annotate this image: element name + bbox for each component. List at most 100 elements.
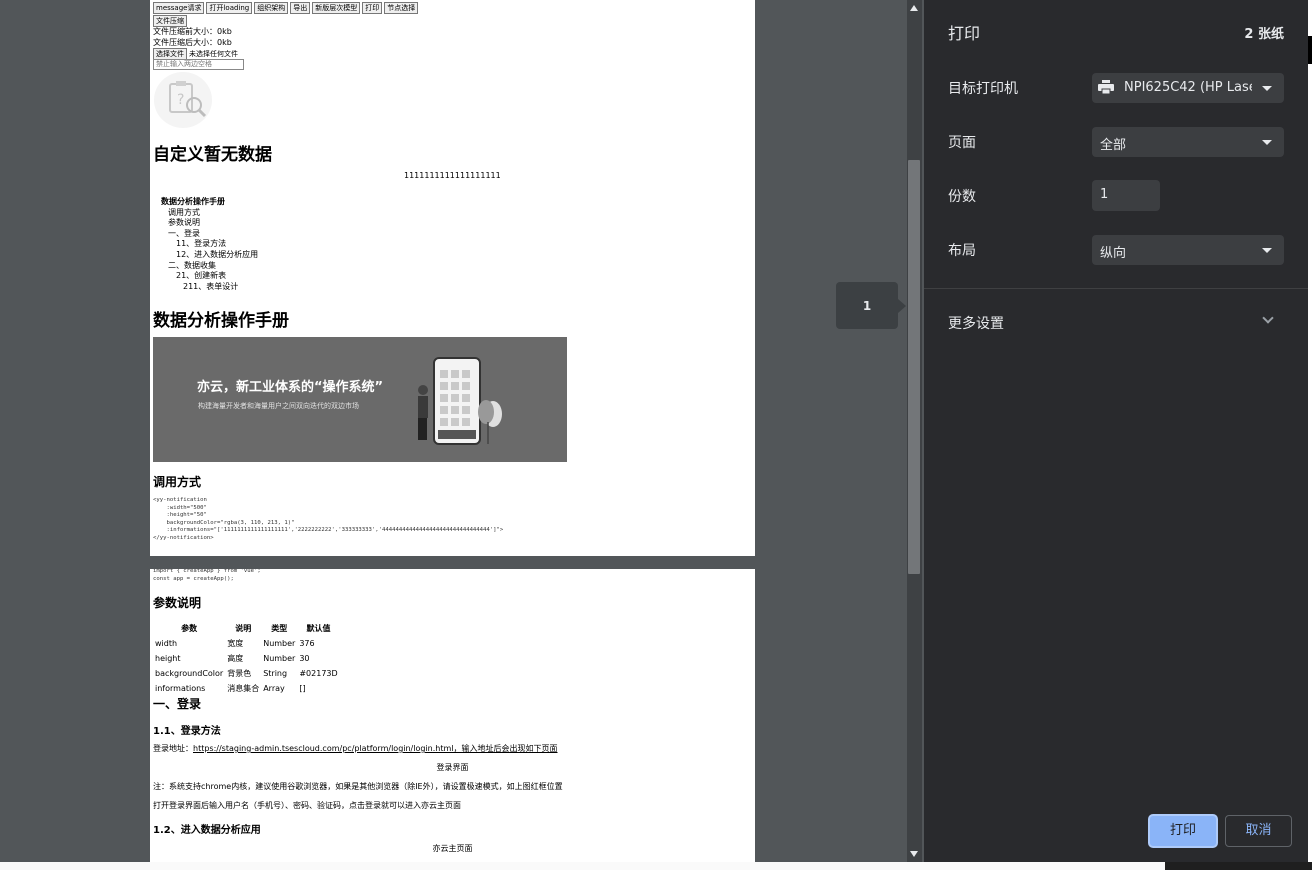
print-button[interactable]: 打印 bbox=[1148, 814, 1218, 848]
table-cell: 消息集合 bbox=[227, 684, 260, 693]
login-address-link: https://staging-admin.tsescloud.com/pc/p… bbox=[193, 744, 558, 753]
toc-item: 参数说明 bbox=[168, 218, 200, 228]
demo-toolbar-button: 打印 bbox=[362, 2, 383, 14]
toc-item: 12、进入数据分析应用 bbox=[176, 249, 259, 259]
phone-illustration-icon bbox=[418, 357, 502, 445]
table-cell: 30 bbox=[299, 654, 310, 663]
scroll-down-icon[interactable] bbox=[910, 851, 918, 857]
manual-heading: 数据分析操作手册 bbox=[153, 311, 289, 331]
toc-item: 211、表单设计 bbox=[183, 281, 239, 291]
demo-toolbar-button: message请求 bbox=[153, 2, 205, 14]
printer-icon bbox=[1098, 80, 1114, 94]
demo-toolbar-button: 组织架构 bbox=[254, 2, 289, 14]
table-cell: 376 bbox=[299, 639, 315, 648]
svg-text:?: ? bbox=[177, 92, 184, 108]
chevron-down-icon bbox=[1262, 86, 1272, 91]
toc-item: 11、登录方法 bbox=[176, 239, 227, 249]
ones-text: 1111111111111111111 bbox=[404, 171, 501, 180]
demo-toolbar: message请求 打开loading 组织架构 导出 新版层次模型 打印 节点选择 bbox=[153, 2, 453, 14]
preview-page-1: message请求 打开loading 组织架构 导出 新版层次模型 打印 节点选择 文件压… bbox=[150, 0, 755, 556]
code-block: <yy-notification :width="500" :height="5… bbox=[153, 497, 504, 541]
login-instructions: 打开登录界面后输入用户名（手机号）、密码、验证码，点击登录就可以进入亦云主页面 bbox=[153, 801, 461, 810]
table-cell: #02173D bbox=[299, 669, 338, 678]
bottom-dark-strip bbox=[1165, 862, 1312, 870]
banner-image: 亦云，新工业体系的“操作系统” 构建海量开发者和海量用户之间双向迭代的双边市场 bbox=[153, 337, 567, 462]
table-of-contents: 数据分析操作手册 调用方式 参数说明 一、登录 11、登录方法 12、进入数据分析应用 二、… bbox=[161, 197, 258, 292]
toc-item: 21、创建新表 bbox=[176, 271, 227, 281]
background-block bbox=[1308, 36, 1312, 64]
printer-select[interactable]: NPI625C42 (HP Laser... bbox=[1092, 73, 1284, 103]
printer-value: NPI625C42 (HP Laser... bbox=[1124, 80, 1252, 95]
print-title: 打印 bbox=[948, 24, 981, 43]
no-file-text: 未选择任何文件 bbox=[189, 50, 238, 58]
table-cell: Number bbox=[263, 654, 296, 663]
demo-toolbar-button: 节点选择 bbox=[384, 2, 419, 14]
login-page-caption: 登录界面 bbox=[436, 763, 469, 772]
demo-toolbar-button: 打开loading bbox=[206, 2, 253, 14]
table-cell: height bbox=[155, 654, 181, 663]
toc-item: 一、登录 bbox=[168, 228, 200, 238]
sheet-count: 2 张纸 bbox=[1244, 27, 1284, 42]
params-table: 参数 说明 类型 默认值 width 宽度 Number 376 height 高度 Number… bbox=[153, 621, 340, 696]
layout-label: 布局 bbox=[948, 243, 976, 259]
empty-heading: 自定义暂无数据 bbox=[153, 145, 272, 165]
table-cell: width bbox=[155, 639, 178, 648]
table-cell: 宽度 bbox=[227, 639, 244, 648]
preview-page-2: import { createApp } from 'vue'; const a… bbox=[150, 569, 755, 870]
enter-app-heading: 1.2、进入数据分析应用 bbox=[153, 825, 261, 836]
table-header-cell: 类型 bbox=[271, 624, 288, 633]
print-preview-area: message请求 打开loading 组织架构 导出 新版层次模型 打印 节点选择 文件压… bbox=[0, 0, 924, 870]
cancel-button[interactable]: 取消 bbox=[1225, 815, 1292, 847]
table-cell: 高度 bbox=[227, 654, 244, 663]
toc-item: 调用方式 bbox=[168, 207, 200, 217]
empty-data-icon: ? bbox=[154, 72, 212, 128]
chevron-down-icon bbox=[1262, 248, 1272, 253]
pages-value: 全部 bbox=[1100, 138, 1127, 153]
copies-label: 份数 bbox=[948, 189, 976, 205]
login-method-heading: 1.1、登录方法 bbox=[153, 726, 221, 737]
pages-select[interactable]: 全部 bbox=[1092, 127, 1284, 157]
layout-value: 纵向 bbox=[1100, 246, 1127, 261]
expand-chevron-icon[interactable] bbox=[1262, 312, 1274, 324]
preview-scrollbar[interactable] bbox=[907, 0, 922, 862]
bottom-edge bbox=[0, 862, 1312, 870]
no-space-input: 禁止输入两边空格 bbox=[153, 59, 244, 70]
layout-select[interactable]: 纵向 bbox=[1092, 235, 1284, 265]
table-cell: [] bbox=[299, 684, 306, 693]
more-settings[interactable]: 更多设置 bbox=[948, 313, 1004, 333]
table-row: backgroundColor 背景色 String #02173D bbox=[153, 666, 340, 681]
table-row: informations 消息集合 Array [] bbox=[153, 681, 340, 696]
banner-subtitle: 构建海量开发者和海量用户之间双向迭代的双边市场 bbox=[198, 402, 359, 410]
invoke-heading: 调用方式 bbox=[153, 475, 202, 489]
demo-toolbar-button: 导出 bbox=[290, 2, 311, 14]
pages-label: 页面 bbox=[948, 135, 976, 151]
toc-item: 数据分析操作手册 bbox=[161, 197, 225, 206]
copies-input[interactable]: 1 bbox=[1092, 180, 1160, 211]
code-block-2: import { createApp } from 'vue'; const a… bbox=[153, 569, 261, 582]
table-cell: Array bbox=[263, 684, 285, 693]
size-before-text: 文件压缩前大小：0kb bbox=[153, 27, 232, 36]
home-caption: 亦云主页面 bbox=[432, 844, 473, 853]
table-header-cell: 说明 bbox=[235, 624, 252, 633]
params-table-header: 参数 说明 类型 默认值 bbox=[153, 621, 340, 636]
printer-label: 目标打印机 bbox=[948, 81, 1018, 97]
scrollbar-thumb[interactable] bbox=[908, 160, 920, 574]
banner-title: 亦云，新工业体系的“操作系统” bbox=[197, 380, 384, 395]
table-row: height 高度 Number 30 bbox=[153, 651, 340, 666]
print-settings-panel: 打印 2 张纸 目标打印机 NPI625C42 (HP Laser... 页面 … bbox=[924, 0, 1308, 862]
file-compress-button: 文件压缩 bbox=[153, 15, 187, 27]
divider bbox=[924, 288, 1308, 289]
background-window-edge bbox=[1308, 0, 1312, 870]
chevron-down-icon bbox=[1262, 140, 1272, 145]
page-thumbnail[interactable]: 1 bbox=[836, 282, 898, 329]
table-row: width 宽度 Number 376 bbox=[153, 636, 340, 651]
login-address-label: 登录地址： bbox=[153, 744, 193, 753]
params-table-body: width 宽度 Number 376 height 高度 Number 30 backgrou… bbox=[153, 636, 340, 696]
browser-note: 注：系统支持chrome内核，建议使用谷歌浏览器，如果是其他浏览器（除IE外），… bbox=[153, 782, 563, 791]
table-cell: String bbox=[263, 669, 288, 678]
table-cell: Number bbox=[263, 639, 296, 648]
scroll-up-icon[interactable] bbox=[910, 5, 918, 11]
demo-toolbar-button: 新版层次模型 bbox=[312, 2, 361, 14]
table-cell: 背景色 bbox=[227, 669, 252, 678]
size-after-text: 文件压缩后大小：0kb bbox=[153, 38, 232, 47]
